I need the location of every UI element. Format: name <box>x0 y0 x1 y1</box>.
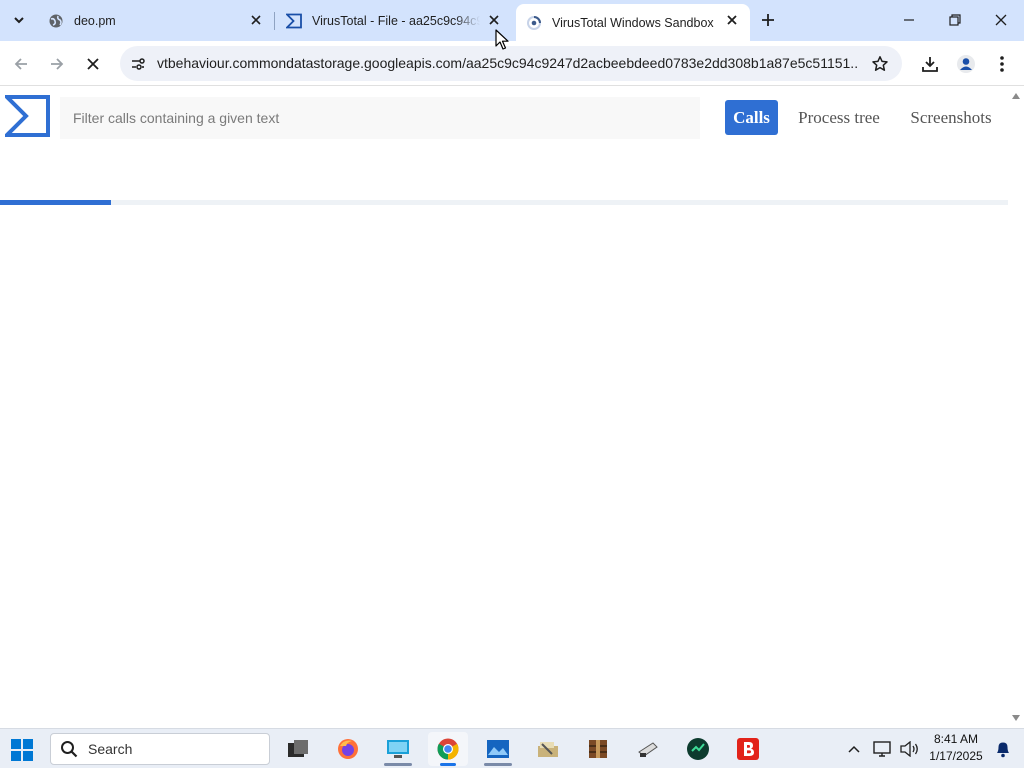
tab-process-tree[interactable]: Process tree <box>790 100 888 135</box>
running-indicator <box>440 763 456 766</box>
tab-separator <box>274 12 275 30</box>
loading-spinner-icon <box>526 15 542 31</box>
search-label: Search <box>88 741 133 757</box>
filter-calls-input[interactable] <box>60 97 700 139</box>
new-tab-button[interactable] <box>758 8 778 32</box>
taskbar-app-bitdefender[interactable] <box>728 732 768 766</box>
tab-strip: deo.pm VirusTotal - File - aa25c9c94c924… <box>0 0 1024 41</box>
chevron-down-icon <box>14 17 24 24</box>
virustotal-logo-icon <box>286 13 302 29</box>
close-tab-icon[interactable] <box>724 12 740 28</box>
archive-icon <box>589 740 607 758</box>
taskbar-app-photos[interactable] <box>478 732 518 766</box>
taskbar-app-terminal[interactable] <box>678 732 718 766</box>
bell-icon <box>997 742 1009 758</box>
address-bar[interactable]: vtbehaviour.commondatastorage.googleapis… <box>120 46 902 81</box>
more-vertical-icon <box>1000 56 1004 72</box>
bookmark-star-icon[interactable] <box>870 54 890 74</box>
page-content: Calls Process tree Screenshots <box>0 87 1008 727</box>
taskbar-app-usb-drive[interactable] <box>628 732 668 766</box>
chevron-up-icon <box>848 745 860 753</box>
tab-virustotal-file[interactable]: VirusTotal - File - aa25c9c94c9247d <box>276 0 514 41</box>
profile-avatar-icon <box>957 55 975 73</box>
usb-drive-icon <box>638 742 658 757</box>
bitdefender-icon <box>737 738 759 760</box>
close-icon <box>995 14 1007 26</box>
loading-progress-bar <box>0 200 1008 205</box>
arrow-left-icon <box>14 58 27 70</box>
network-status-button[interactable] <box>872 739 892 759</box>
virustotal-logo-icon[interactable] <box>2 95 51 137</box>
taskbar: Search 8:41 AM 1/17/2025 <box>0 728 1024 768</box>
notifications-button[interactable] <box>993 739 1013 759</box>
clock-time: 8:41 AM <box>933 732 979 746</box>
photos-icon <box>487 740 509 758</box>
taskbar-search[interactable]: Search <box>50 733 270 765</box>
profile-button[interactable] <box>953 51 979 77</box>
network-icon <box>873 741 891 757</box>
minimize-button[interactable] <box>894 6 924 34</box>
close-tab-icon[interactable] <box>248 12 264 28</box>
task-view-button[interactable] <box>278 732 318 766</box>
tab-title: VirusTotal - File - aa25c9c94c9247d <box>312 13 480 28</box>
close-window-button[interactable] <box>986 6 1016 34</box>
tab-search-button[interactable] <box>6 7 32 33</box>
tab-calls[interactable]: Calls <box>725 100 778 135</box>
download-icon <box>922 57 938 72</box>
taskbar-app-archive[interactable] <box>578 732 618 766</box>
taskbar-app-remote-desktop[interactable] <box>378 732 418 766</box>
globe-icon <box>48 13 64 29</box>
url-text[interactable]: vtbehaviour.commondatastorage.googleapis… <box>157 55 857 71</box>
windows-logo-icon <box>11 739 33 761</box>
speaker-icon <box>900 741 918 757</box>
scroll-down-arrow-icon[interactable] <box>1012 714 1020 722</box>
stop-loading-button[interactable] <box>80 51 106 77</box>
loading-progress-fill <box>0 200 111 205</box>
back-button[interactable] <box>8 51 34 77</box>
tab-screenshots[interactable]: Screenshots <box>902 100 1000 135</box>
tab-title: deo.pm <box>74 13 116 28</box>
screen: deo.pm VirusTotal - File - aa25c9c94c924… <box>0 0 1024 768</box>
restore-icon <box>949 14 961 26</box>
taskbar-app-folder-tools[interactable] <box>528 732 568 766</box>
terminal-icon <box>687 738 709 760</box>
file-explorer-icon <box>288 740 308 757</box>
forward-button[interactable] <box>44 51 70 77</box>
taskbar-app-chrome[interactable] <box>428 732 468 766</box>
arrow-right-icon <box>51 58 64 70</box>
close-icon <box>87 58 99 70</box>
vertical-scrollbar[interactable] <box>1008 87 1024 727</box>
close-tab-icon[interactable] <box>486 12 502 28</box>
show-hidden-icons-button[interactable] <box>844 739 864 759</box>
volume-button[interactable] <box>900 739 920 759</box>
menu-button[interactable] <box>989 51 1015 77</box>
site-info-icon[interactable] <box>128 54 148 74</box>
running-indicator <box>484 763 512 766</box>
chrome-icon <box>437 738 459 760</box>
tab-title: VirusTotal Windows Sandbox <box>552 15 714 30</box>
mouse-cursor-icon <box>495 29 509 50</box>
running-indicator <box>384 763 412 766</box>
taskbar-app-firefox[interactable] <box>328 732 368 766</box>
search-icon <box>59 739 79 759</box>
browser-toolbar: vtbehaviour.commondatastorage.googleapis… <box>0 41 1024 86</box>
clock-date: 1/17/2025 <box>929 749 983 763</box>
minimize-icon <box>904 19 914 21</box>
remote-desktop-icon <box>387 740 409 758</box>
scroll-up-arrow-icon[interactable] <box>1012 92 1020 100</box>
windows-start-button[interactable] <box>10 738 34 762</box>
system-clock[interactable]: 8:41 AM 1/17/2025 <box>925 731 987 765</box>
plus-icon <box>762 14 774 26</box>
tab-deo[interactable]: deo.pm <box>38 0 272 41</box>
restore-button[interactable] <box>940 6 970 34</box>
downloads-button[interactable] <box>917 51 943 77</box>
tab-virustotal-sandbox[interactable]: VirusTotal Windows Sandbox <box>516 4 750 41</box>
folder-tools-icon <box>538 742 558 757</box>
firefox-icon <box>338 739 358 759</box>
